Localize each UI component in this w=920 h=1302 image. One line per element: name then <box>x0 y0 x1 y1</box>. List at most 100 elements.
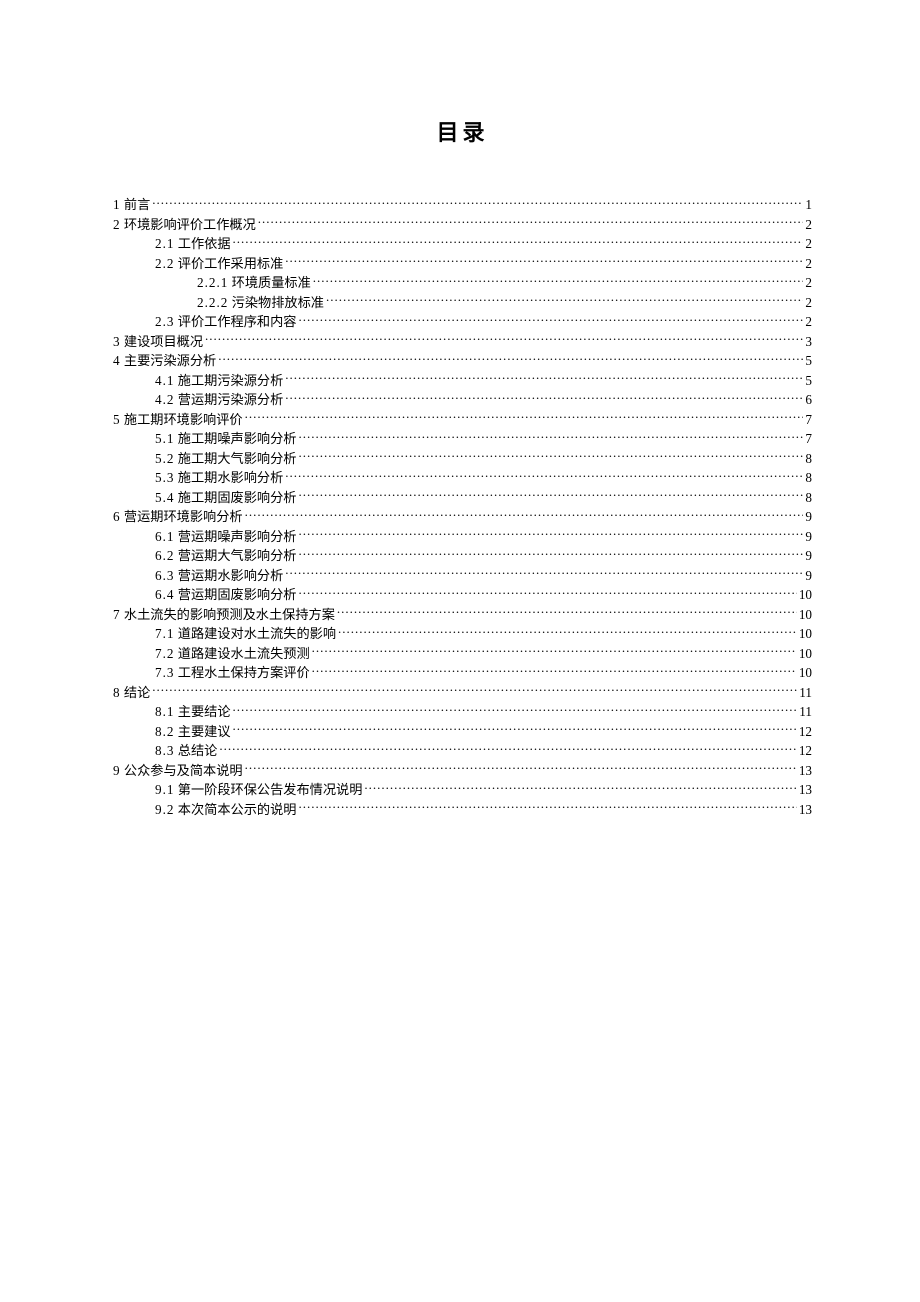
toc-dot-leader <box>298 430 803 443</box>
toc-entry-label: 9.1 第一阶段环保公告发布情况说明 <box>155 780 362 800</box>
toc-entry: 6.4 营运期固废影响分析 10 <box>113 585 812 605</box>
toc-dot-leader <box>152 196 803 209</box>
toc-entry-number: 2.2.2 <box>197 295 228 310</box>
toc-entry: 7.2 道路建设水土流失预测10 <box>113 644 812 664</box>
toc-entry-page: 12 <box>799 722 812 742</box>
toc-entry-number: 7 <box>113 607 121 622</box>
toc-entry-label: 5.4 施工期固废影响分析 <box>155 488 296 508</box>
toc-entry-number: 9 <box>113 763 121 778</box>
toc-entry-page: 2 <box>805 293 812 313</box>
toc-entry-text: 施工期环境影响评价 <box>121 412 243 427</box>
toc-dot-leader <box>298 488 803 501</box>
toc-entry-text: 道路建设水土流失预测 <box>174 646 309 661</box>
toc-entry-number: 6 <box>113 509 121 524</box>
toc-entry-number: 6.3 <box>155 568 174 583</box>
toc-entry-text: 施工期水影响分析 <box>174 470 283 485</box>
toc-entry: 2.2.2 污染物排放标准2 <box>113 293 812 313</box>
toc-entry-text: 营运期固废影响分析 <box>174 587 296 602</box>
toc-entry: 7 水土流失的影响预测及水土保持方案10 <box>113 605 812 625</box>
toc-entry-label: 2.2 评价工作采用标准 <box>155 254 283 274</box>
toc-entry-text: 施工期噪声影响分析 <box>174 431 296 446</box>
toc-entry-text: 施工期污染源分析 <box>174 373 283 388</box>
toc-entry-number: 2.2 <box>155 256 174 271</box>
toc-entry-label: 8.2 主要建议 <box>155 722 231 742</box>
toc-entry-number: 8 <box>113 685 121 700</box>
toc-entry-text: 评价工作采用标准 <box>174 256 283 271</box>
toc-entry-text: 环境质量标准 <box>228 275 310 290</box>
toc-dot-leader <box>285 469 803 482</box>
toc-entry-number: 4.2 <box>155 392 174 407</box>
toc-entry-text: 施工期大气影响分析 <box>174 451 296 466</box>
toc-entry-label: 7 水土流失的影响预测及水土保持方案 <box>113 605 335 625</box>
toc-entry: 2.2 评价工作采用标准 2 <box>113 254 812 274</box>
toc-entry: 4.1 施工期污染源分析5 <box>113 371 812 391</box>
toc-entry-label: 6.4 营运期固废影响分析 <box>155 585 296 605</box>
toc-entry-text: 工程水土保持方案评价 <box>174 665 309 680</box>
toc-dot-leader <box>233 235 804 248</box>
toc-entry-page: 9 <box>805 566 812 586</box>
toc-entry-page: 7 <box>805 429 812 449</box>
toc-entry-page: 7 <box>805 410 812 430</box>
toc-entry-label: 9 公众参与及简本说明 <box>113 761 243 781</box>
toc-dot-leader <box>298 547 803 560</box>
toc-dot-leader <box>219 742 796 755</box>
toc-dot-leader <box>298 313 803 326</box>
toc-entry-page: 10 <box>799 663 812 683</box>
toc-entry-page: 9 <box>805 507 812 527</box>
toc-entry: 4 主要污染源分析 5 <box>113 351 812 371</box>
toc-dot-leader <box>337 605 797 618</box>
toc-entry-page: 10 <box>799 585 812 605</box>
toc-dot-leader <box>338 625 797 638</box>
toc-entry-page: 9 <box>805 546 812 566</box>
toc-entry-text: 第一阶段环保公告发布情况说明 <box>174 782 362 797</box>
toc-entry: 2 环境影响评价工作概况2 <box>113 215 812 235</box>
toc-entry-text: 主要污染源分析 <box>121 353 217 368</box>
toc-entry-page: 2 <box>805 312 812 332</box>
toc-dot-leader <box>298 449 803 462</box>
toc-dot-leader <box>218 352 803 365</box>
toc-entry-number: 4.1 <box>155 373 174 388</box>
toc-entry-page: 12 <box>799 741 812 761</box>
toc-entry: 6.1 营运期噪声影响分析9 <box>113 527 812 547</box>
toc-dot-leader <box>312 644 797 657</box>
toc-entry-number: 2.1 <box>155 236 174 251</box>
toc-dot-leader <box>233 722 797 735</box>
toc-entry: 5.2 施工期大气影响分析8 <box>113 449 812 469</box>
toc-entry-page: 8 <box>805 449 812 469</box>
toc-entry-label: 6 营运期环境影响分析 <box>113 507 243 527</box>
toc-entry-text: 水土流失的影响预测及水土保持方案 <box>121 607 335 622</box>
toc-entry-page: 5 <box>805 351 812 371</box>
toc-entry: 2.1 工作依据 2 <box>113 234 812 254</box>
toc-entry-page: 2 <box>805 234 812 254</box>
toc-entry: 6.3 营运期水影响分析9 <box>113 566 812 586</box>
toc-entry-page: 2 <box>805 254 812 274</box>
toc-entry-number: 2 <box>113 217 121 232</box>
toc-entry-number: 5.3 <box>155 470 174 485</box>
toc-entry-number: 6.2 <box>155 548 174 563</box>
toc-entry: 9.2 本次简本公示的说明13 <box>113 800 812 820</box>
table-of-contents: 1 前言12 环境影响评价工作概况22.1 工作依据22.2 评价工作采用标准2… <box>113 195 812 819</box>
toc-entry-number: 4 <box>113 353 121 368</box>
toc-entry-page: 13 <box>799 800 812 820</box>
toc-entry-number: 5.1 <box>155 431 174 446</box>
toc-entry-label: 2.2.1 环境质量标准 <box>197 273 311 293</box>
toc-entry-text: 工作依据 <box>174 236 230 251</box>
toc-entry: 4.2 营运期污染源分析6 <box>113 390 812 410</box>
toc-entry-page: 3 <box>805 332 812 352</box>
toc-entry-number: 2.3 <box>155 314 174 329</box>
toc-entry-label: 5.3 施工期水影响分析 <box>155 468 283 488</box>
toc-dot-leader <box>258 215 804 228</box>
toc-entry-text: 营运期环境影响分析 <box>121 509 243 524</box>
toc-entry-label: 7.3 工程水土保持方案评价 <box>155 663 310 683</box>
toc-entry-page: 2 <box>805 273 812 293</box>
toc-dot-leader <box>298 586 796 599</box>
toc-dot-leader <box>285 566 803 579</box>
toc-entry-label: 6.1 营运期噪声影响分析 <box>155 527 296 547</box>
toc-entry: 7.1 道路建设对水土流失的影响10 <box>113 624 812 644</box>
toc-entry-number: 3 <box>113 334 121 349</box>
toc-dot-leader <box>245 508 804 521</box>
toc-entry-text: 总结论 <box>174 743 217 758</box>
toc-entry-text: 营运期大气影响分析 <box>174 548 296 563</box>
toc-entry-text: 施工期固废影响分析 <box>174 490 296 505</box>
toc-dot-leader <box>245 410 804 423</box>
